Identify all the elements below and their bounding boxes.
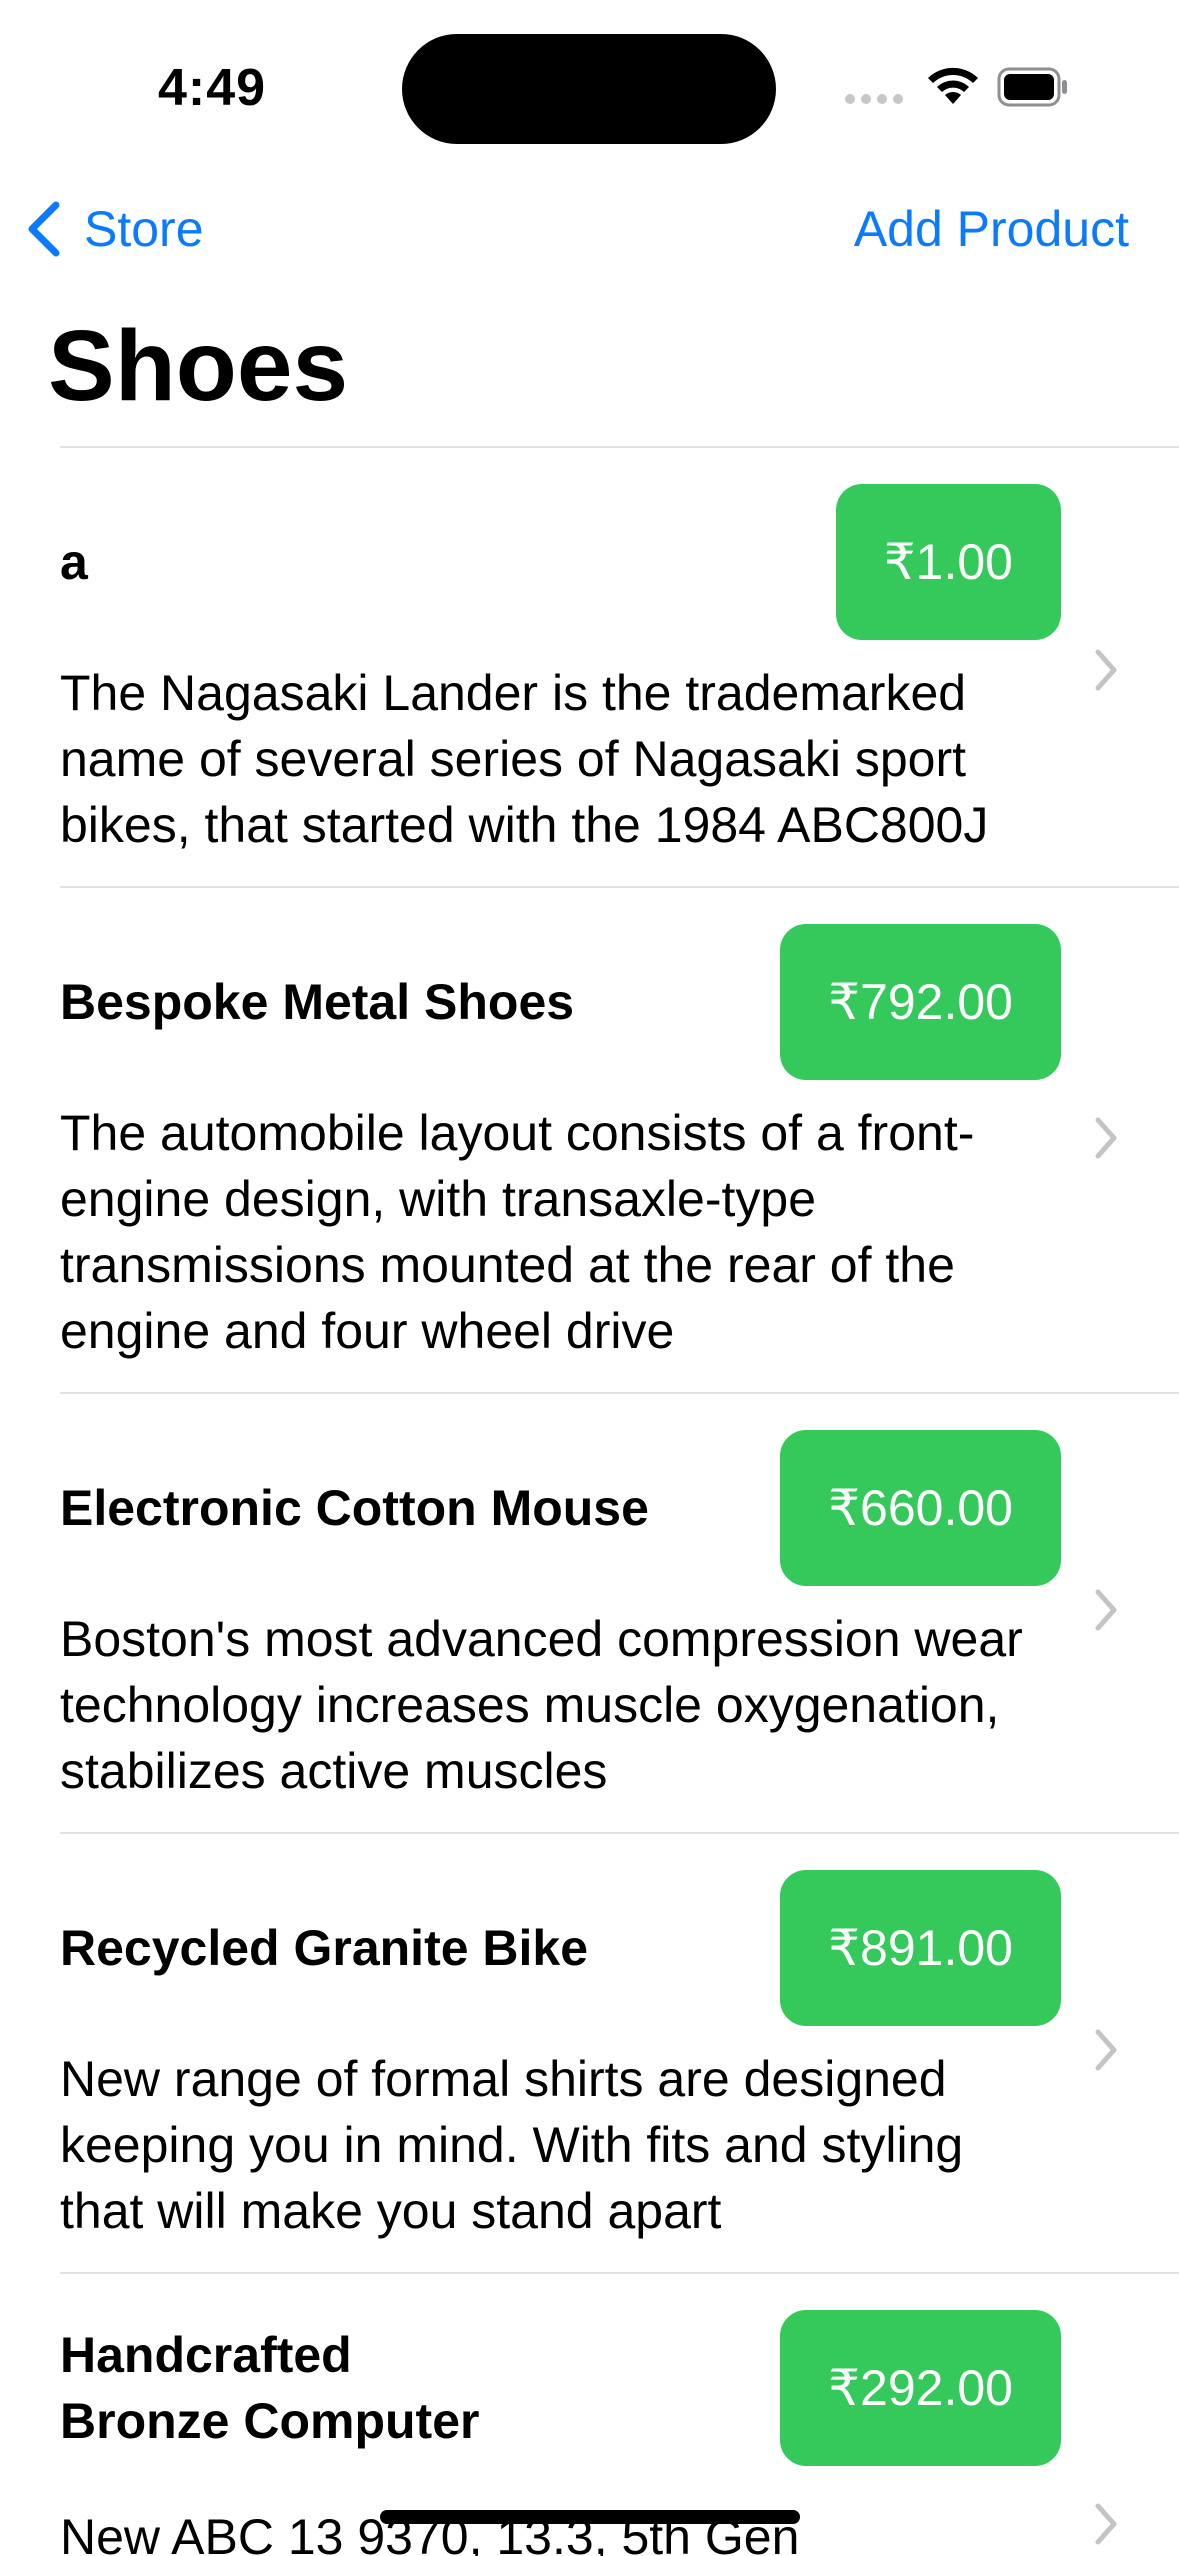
price-badge: ₹1.00 bbox=[835, 484, 1061, 640]
product-description: New range of formal shirts are designed … bbox=[60, 2051, 964, 2239]
product-description: Boston's most advanced compression wear … bbox=[60, 1611, 1023, 1799]
chevron-right-icon bbox=[1095, 1589, 1117, 1631]
product-row[interactable]: Recycled Granite Bike ₹891.00 New range … bbox=[0, 1834, 1179, 2272]
chevron-right-icon bbox=[1095, 649, 1117, 691]
chevron-right-icon bbox=[1095, 2503, 1117, 2545]
product-name: Electronic Cotton Mouse bbox=[60, 1480, 649, 1536]
status-time: 4:49 bbox=[158, 59, 267, 117]
product-name: Handcrafted Bronze Computer bbox=[60, 2327, 480, 2449]
product-description: The Nagasaki Lander is the trademarked n… bbox=[60, 665, 989, 853]
chevron-left-icon bbox=[28, 201, 60, 257]
price-badge: ₹891.00 bbox=[780, 1870, 1061, 2026]
price-badge: ₹292.00 bbox=[780, 2310, 1061, 2466]
cellular-signal-icon bbox=[845, 94, 903, 104]
price-badge: ₹792.00 bbox=[780, 924, 1061, 1080]
product-row[interactable]: Electronic Cotton Mouse ₹660.00 Boston's… bbox=[0, 1394, 1179, 1832]
product-row[interactable]: Bespoke Metal Shoes ₹792.00 The automobi… bbox=[0, 888, 1179, 1392]
dynamic-island bbox=[402, 34, 776, 144]
product-list: a ₹1.00 The Nagasaki Lander is the trade… bbox=[0, 446, 1179, 2556]
chevron-right-icon bbox=[1095, 1117, 1117, 1159]
back-button[interactable]: Store bbox=[24, 194, 204, 264]
product-name: Recycled Granite Bike bbox=[60, 1920, 589, 1976]
product-row[interactable]: a ₹1.00 The Nagasaki Lander is the trade… bbox=[0, 448, 1179, 886]
product-description: The automobile layout consists of a fron… bbox=[60, 1105, 975, 1359]
price-badge: ₹660.00 bbox=[780, 1430, 1061, 1586]
status-bar: 4:49 bbox=[0, 0, 1179, 150]
battery-icon bbox=[997, 67, 1067, 107]
back-button-label: Store bbox=[84, 201, 204, 257]
chevron-right-icon bbox=[1095, 2029, 1117, 2071]
navigation-bar: Store Add Product bbox=[0, 180, 1179, 280]
wifi-icon bbox=[928, 67, 978, 104]
page-title: Shoes bbox=[48, 310, 349, 422]
product-name: Bespoke Metal Shoes bbox=[60, 974, 575, 1030]
add-product-button[interactable]: Add Product bbox=[854, 194, 1129, 264]
home-indicator[interactable] bbox=[380, 2510, 800, 2524]
product-name: a bbox=[60, 534, 88, 590]
